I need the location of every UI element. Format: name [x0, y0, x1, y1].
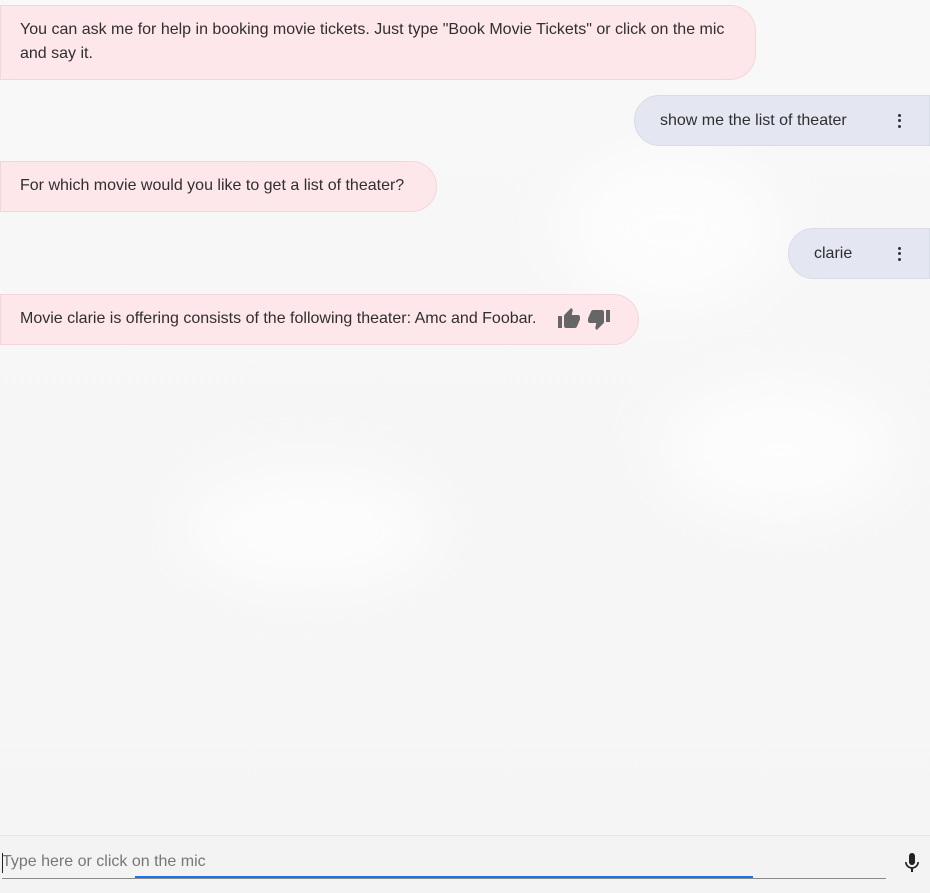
more-vert-icon[interactable]	[894, 246, 904, 261]
message-input[interactable]	[2, 846, 886, 879]
user-message-text: show me the list of theater	[660, 111, 847, 129]
thumbs-up-icon[interactable]	[557, 307, 581, 331]
bot-message-text: For which movie would you like to get a …	[20, 177, 405, 194]
bot-message-text: You can ask me for help in booking movie…	[20, 21, 725, 62]
more-vert-icon[interactable]	[894, 113, 904, 128]
message-list: You can ask me for help in booking movie…	[0, 0, 930, 835]
text-caret	[2, 853, 3, 873]
input-focus-underline	[135, 876, 753, 878]
microphone-icon[interactable]	[900, 850, 924, 876]
user-message-text: clarie	[814, 244, 853, 262]
chat-input-bar	[0, 835, 930, 893]
user-message: clarie	[788, 228, 930, 279]
bot-message: For which movie would you like to get a …	[0, 161, 437, 212]
thumbs-down-icon[interactable]	[587, 307, 611, 331]
chat-window: You can ask me for help in booking movie…	[0, 0, 930, 893]
bot-message: You can ask me for help in booking movie…	[0, 5, 756, 80]
user-message: show me the list of theater	[634, 95, 930, 146]
bot-message-text: Movie clarie is offering consists of the…	[20, 310, 537, 328]
bot-message: Movie clarie is offering consists of the…	[0, 294, 639, 345]
feedback-buttons	[557, 307, 611, 331]
